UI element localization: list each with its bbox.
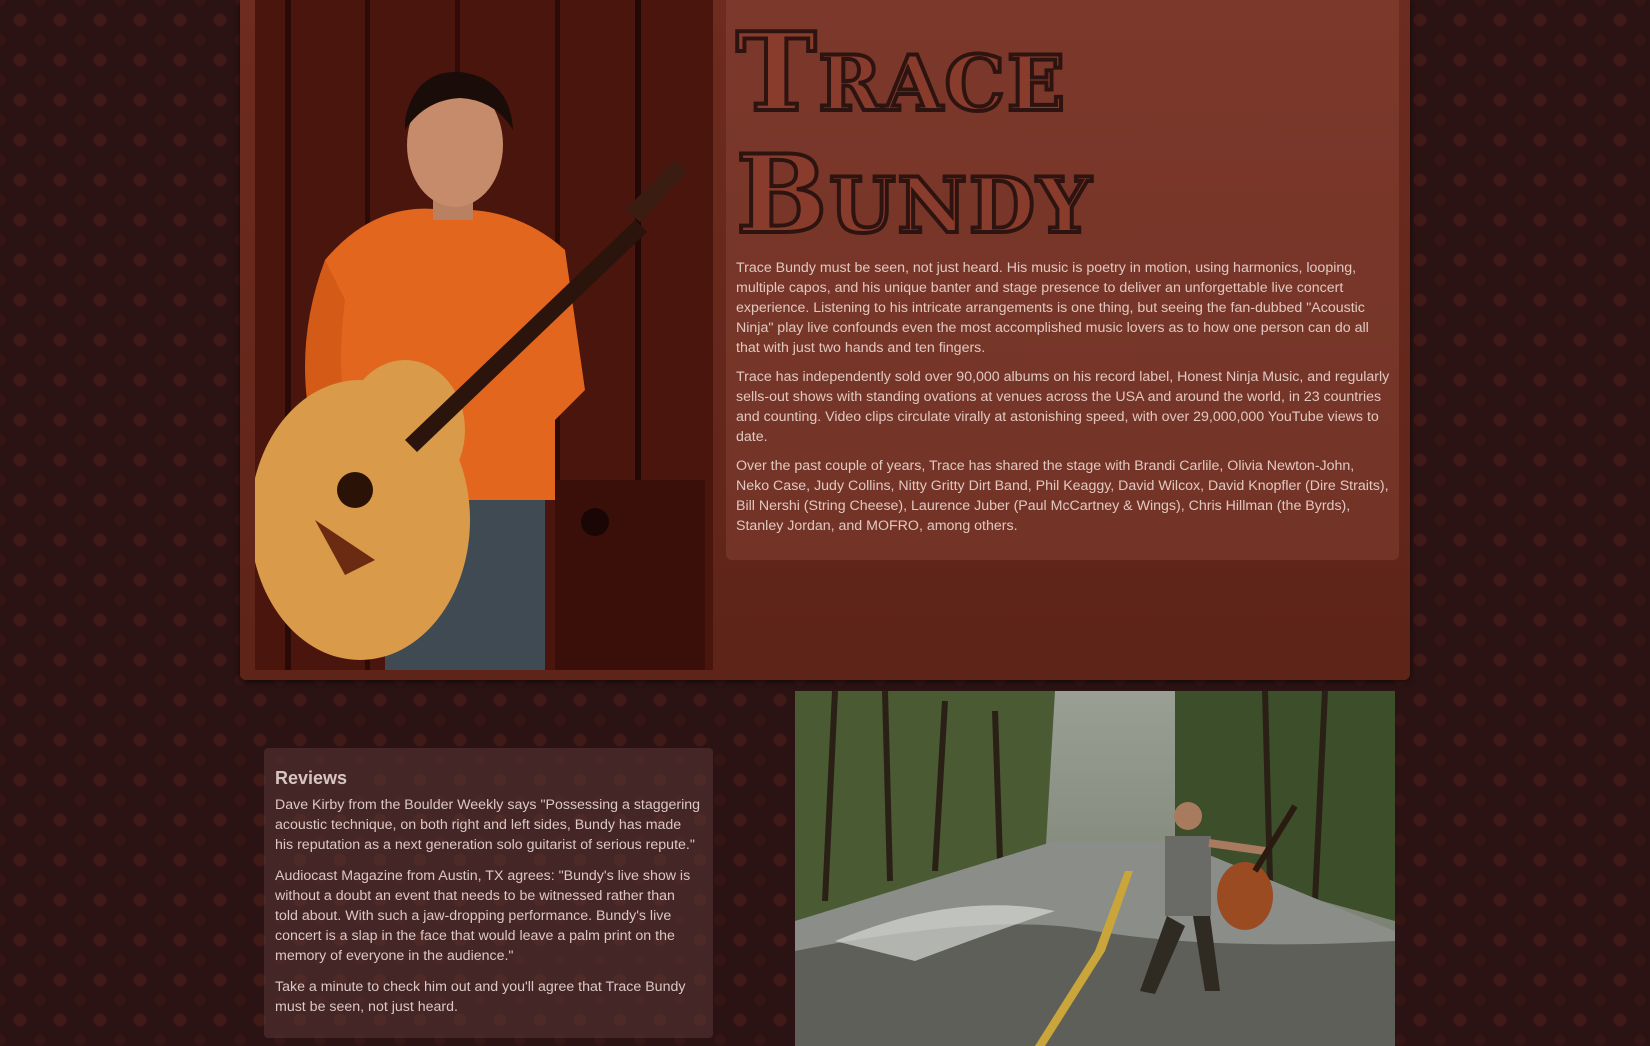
page-title: Trace Bundy [734,10,1094,258]
title-line-1: Trace [734,10,1067,136]
review-paragraph: Audiocast Magazine from Austin, TX agree… [275,868,691,964]
review-paragraph: Dave Kirby from the Boulder Weekly says … [275,797,701,853]
bio-paragraph: Trace has independently sold over 90,000… [736,369,1390,445]
bio-paragraph: Over the past couple of years, Trace has… [736,458,1389,534]
bio-panel: Trace Bundy Trace Bundy must be seen, no… [726,0,1399,560]
bio-paragraph: Trace Bundy must be seen, not just heard… [736,260,1369,356]
portrait-photo [255,0,713,670]
reviews-heading: Reviews [275,768,348,788]
review-paragraph: Take a minute to check him out and you'l… [275,979,686,1015]
reviews-panel: Reviews Dave Kirby from the Boulder Week… [264,748,713,1038]
title-line-2: Bundy [734,132,1094,258]
top-panel: Trace Bundy Trace Bundy must be seen, no… [240,0,1410,680]
bio-text: Trace Bundy must be seen, not just heard… [736,258,1391,545]
river-road-photo [795,691,1395,1046]
